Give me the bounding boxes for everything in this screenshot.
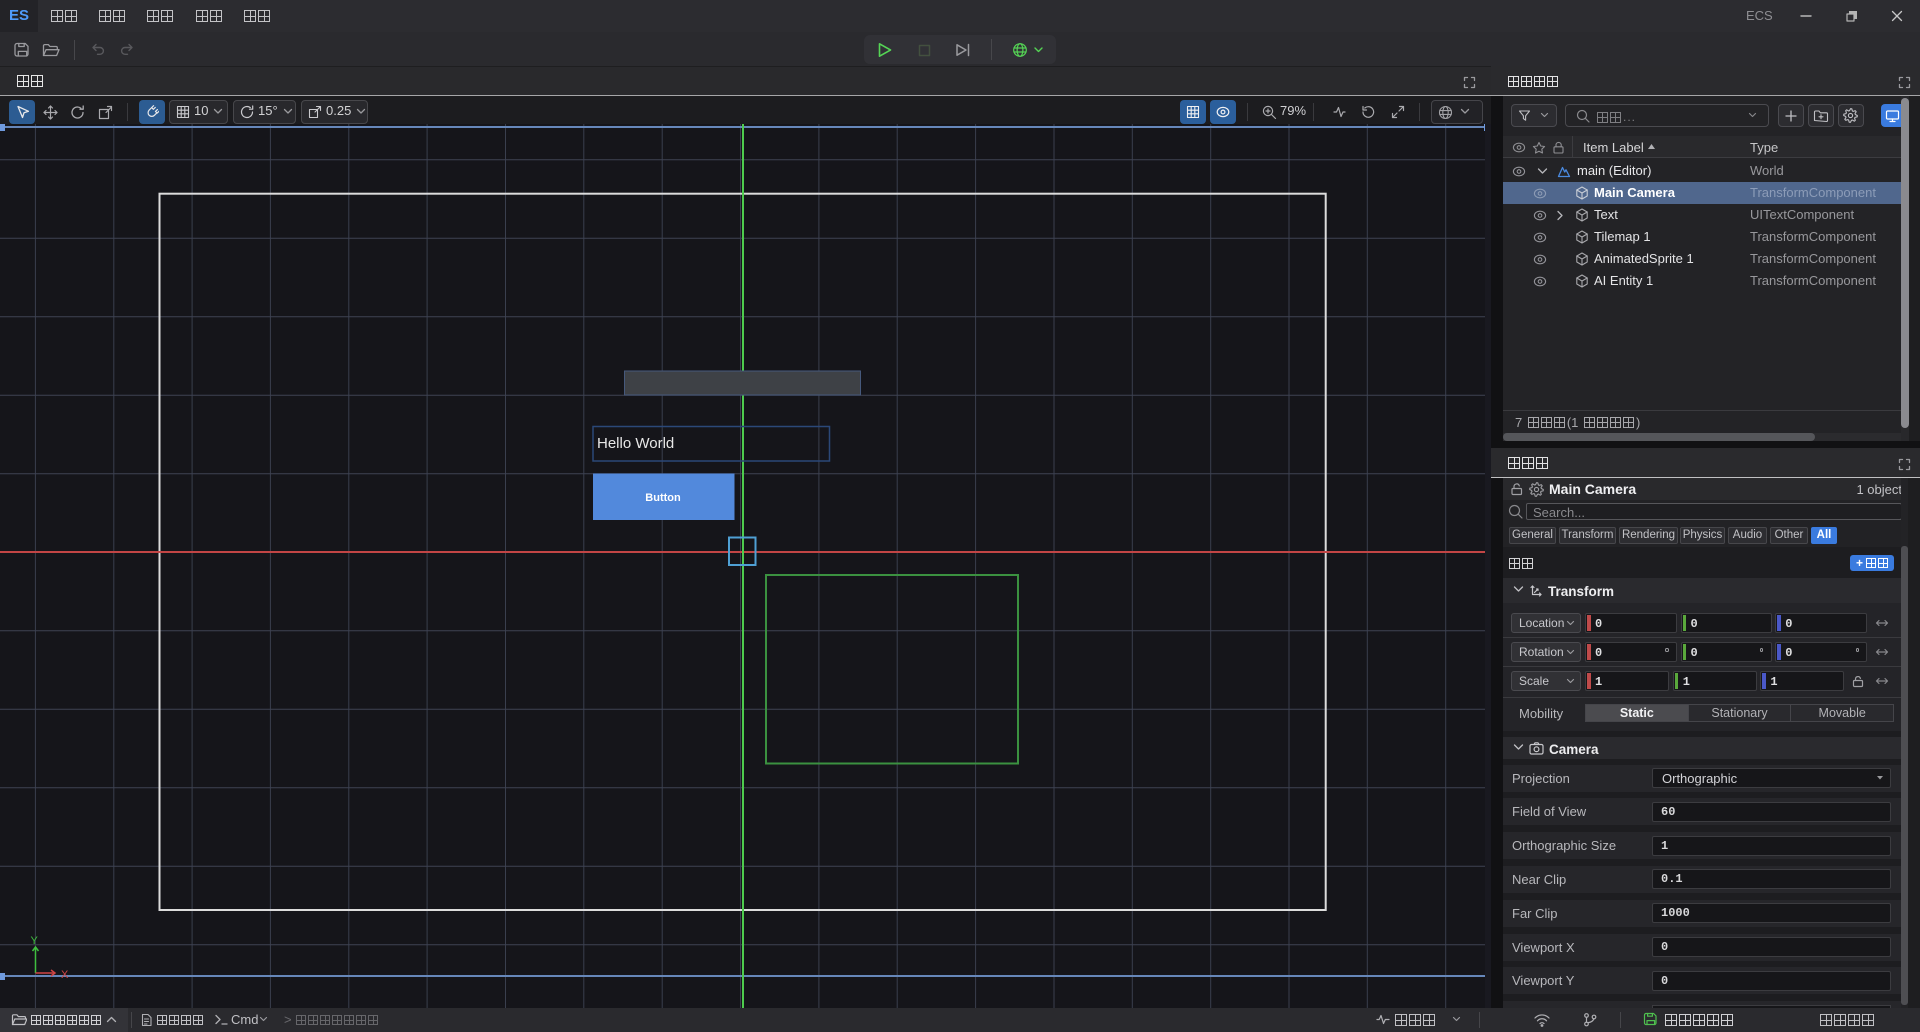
svg-text:Y: Y [31,935,39,947]
svg-text:X: X [61,969,69,981]
svg-text:Button: Button [645,492,681,504]
svg-text:Hello World: Hello World [597,435,674,452]
